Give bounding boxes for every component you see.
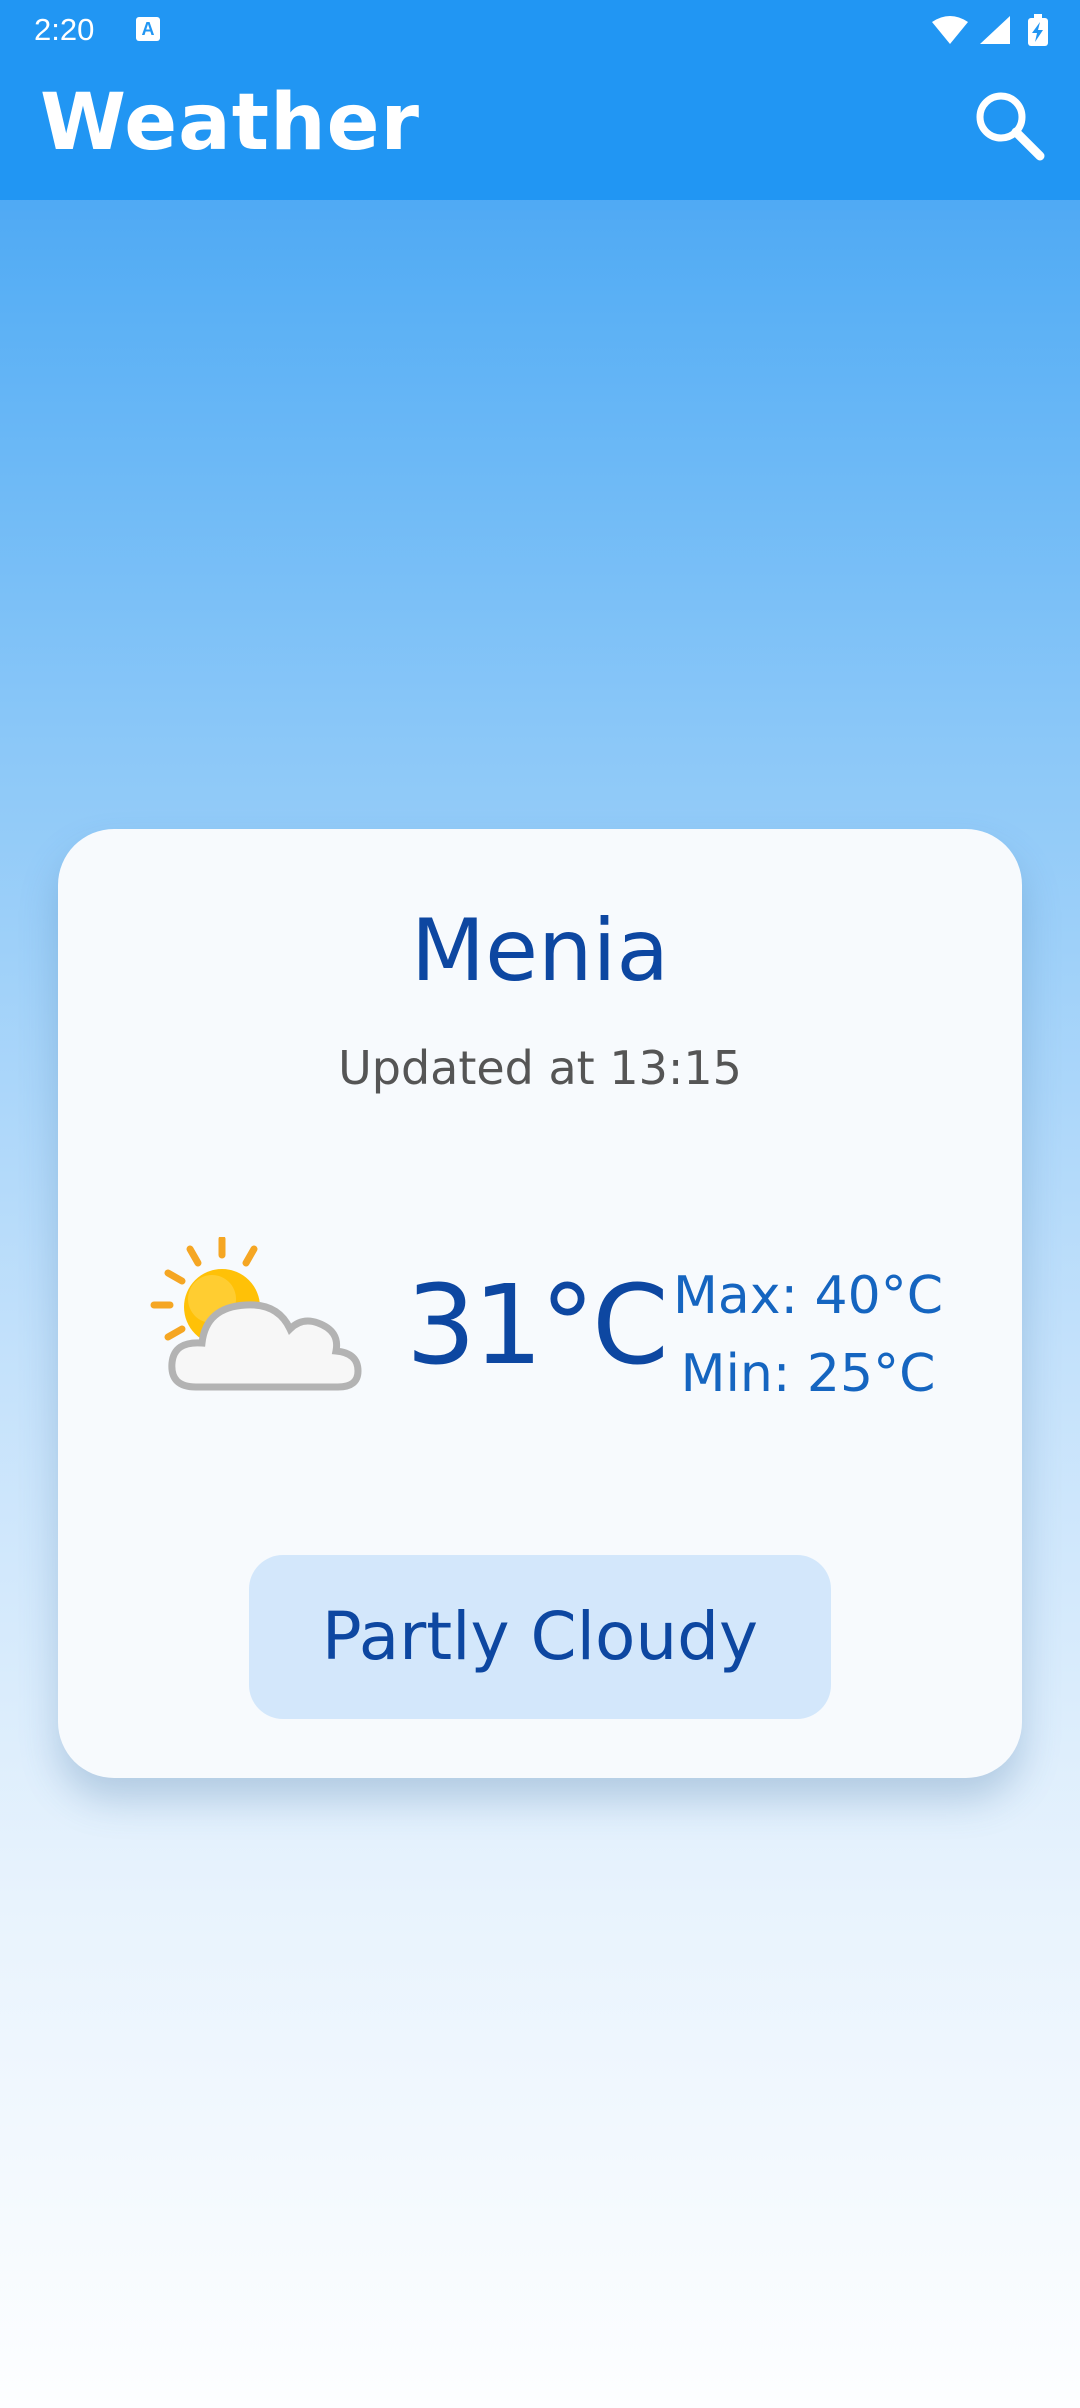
app-bar: 2:20 A Weather (0, 0, 1080, 200)
notification-a-icon: A (136, 17, 160, 41)
current-temperature: 31°C (406, 1261, 669, 1389)
updated-time: Updated at 13:15 (338, 1041, 742, 1095)
app-title: Weather (40, 78, 420, 168)
status-time: 2:20 (34, 12, 95, 47)
min-temperature: Min: 25°C (680, 1344, 936, 1404)
temperature-range: Max: 40°C Min: 25°C (658, 1257, 958, 1413)
search-icon (976, 92, 1045, 161)
battery-charging-icon (1028, 14, 1048, 46)
status-bar: 2:20 A (0, 0, 1080, 60)
max-temperature: Max: 40°C (672, 1266, 944, 1326)
weather-card: Menia Updated at 13:15 31°C Max: 40°C Mi… (58, 829, 1022, 1778)
condition-chip: Partly Cloudy (249, 1555, 831, 1719)
wifi-icon (932, 16, 968, 44)
search-button[interactable] (968, 84, 1052, 168)
partly-cloudy-icon (150, 1237, 362, 1391)
signal-icon (980, 16, 1010, 44)
city-name: Menia (410, 901, 670, 1001)
status-icons (932, 14, 1048, 46)
